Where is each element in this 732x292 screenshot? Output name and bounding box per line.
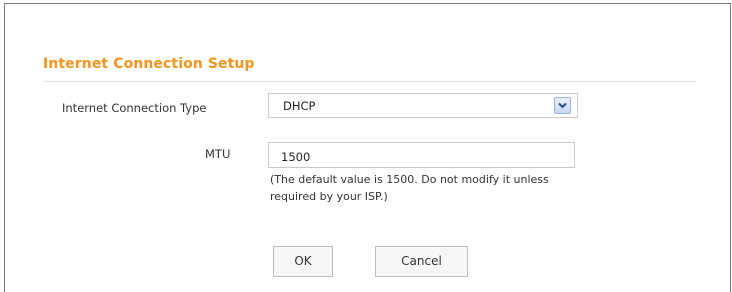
connection-type-label: Internet Connection Type [62,101,207,115]
ok-button[interactable]: OK [273,246,333,277]
connection-type-select[interactable]: DHCP [268,93,578,118]
mtu-hint-line1: (The default value is 1500. Do not modif… [270,173,549,186]
section-divider [43,81,697,82]
mtu-hint-line2: required by your ISP.) [270,190,388,203]
dropdown-button[interactable] [554,97,571,114]
cancel-button[interactable]: Cancel [375,246,468,277]
mtu-input[interactable]: 1500 [268,142,575,168]
section-title: Internet Connection Setup [43,56,255,72]
mtu-value: 1500 [281,150,311,164]
mtu-label: MTU [205,147,231,161]
chevron-down-icon [558,102,567,109]
mtu-hint: (The default value is 1500. Do not modif… [270,171,670,205]
connection-type-value: DHCP [283,99,316,113]
